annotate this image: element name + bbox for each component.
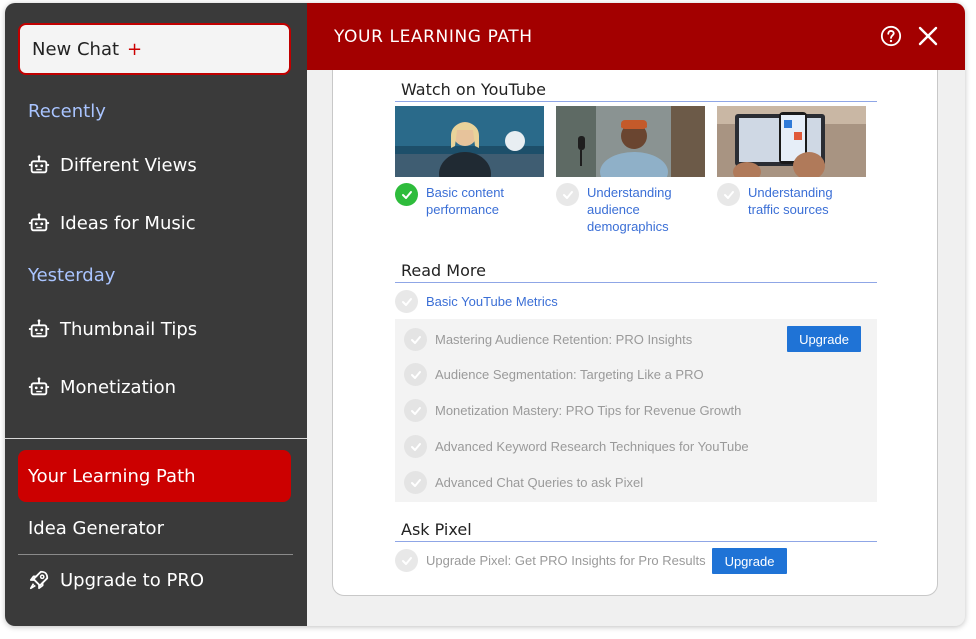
video-thumbnail[interactable] [395,106,544,177]
learning-path-panel: Watch on YouTube Basic content performan… [332,70,938,596]
video-thumbnail[interactable] [717,106,866,177]
chat-item-ideas-for-music[interactable]: Ideas for Music [28,208,196,238]
recently-label: Recently [28,101,106,122]
new-chat-button[interactable]: New Chat + [18,23,291,75]
check-icon [404,363,427,386]
sidebar-item-label: Idea Generator [28,518,164,539]
pro-item: Monetization Mastery: PRO Tips for Reven… [404,399,741,422]
robot-icon [28,377,50,396]
robot-icon [28,213,50,232]
pro-locked-list: Mastering Audience Retention: PRO Insigh… [395,319,877,502]
chat-item-label: Different Views [60,154,197,176]
ask-pixel-label: Upgrade Pixel: Get PRO Insights for Pro … [426,553,706,568]
section-underline [395,101,877,102]
section-title-youtube: Watch on YouTube [401,80,546,99]
sidebar-item-upgrade[interactable]: Upgrade to PRO [28,569,204,591]
panel-title: YOUR LEARNING PATH [334,27,533,47]
check-icon [404,328,427,351]
video-thumbnail[interactable] [556,106,705,177]
read-more-item[interactable]: Basic YouTube Metrics [395,290,558,313]
sidebar-divider [5,438,307,439]
chat-item-label: Thumbnail Tips [60,318,198,340]
check-icon [404,399,427,422]
check-icon [395,549,418,572]
new-chat-label: New Chat [32,38,120,60]
chat-item-monetization[interactable]: Monetization [28,372,176,402]
pro-item-label: Audience Segmentation: Targeting Like a … [435,367,704,382]
pro-item-label: Mastering Audience Retention: PRO Insigh… [435,332,693,347]
yesterday-label: Yesterday [28,265,116,286]
pro-item: Mastering Audience Retention: PRO Insigh… [404,328,692,351]
pro-item-label: Advanced Chat Queries to ask Pixel [435,475,644,490]
video-card[interactable]: Understanding traffic sources [717,106,866,218]
robot-icon [28,319,50,338]
ask-pixel-item: Upgrade Pixel: Get PRO Insights for Pro … [395,549,706,572]
sidebar-divider [18,554,293,555]
robot-icon [28,155,50,174]
check-icon [556,183,579,206]
sidebar-item-idea-generator[interactable]: Idea Generator [28,518,164,539]
chat-item-label: Monetization [60,376,177,398]
sidebar: New Chat + Recently Different Views Idea… [5,3,307,626]
pro-item: Advanced Keyword Research Techniques for… [404,435,749,458]
plus-icon: + [127,38,143,60]
chat-item-thumbnail-tips[interactable]: Thumbnail Tips [28,314,197,344]
section-underline [395,541,877,542]
check-icon [717,183,740,206]
pro-item: Audience Segmentation: Targeting Like a … [404,363,704,386]
chat-item-different-views[interactable]: Different Views [28,150,197,180]
app-window: New Chat + Recently Different Views Idea… [5,3,965,626]
section-title-ask-pixel: Ask Pixel [401,520,472,539]
section-title-read-more: Read More [401,261,486,280]
sidebar-item-learning-path[interactable]: Your Learning Path [18,450,291,502]
check-icon [404,435,427,458]
video-card[interactable]: Understanding audience demographics [556,106,705,235]
close-icon[interactable] [918,26,938,46]
chat-item-label: Ideas for Music [60,212,196,234]
check-icon [404,471,427,494]
read-more-link[interactable]: Basic YouTube Metrics [426,294,558,309]
video-label[interactable]: Understanding audience demographics [587,184,705,235]
panel-header: YOUR LEARNING PATH [307,3,965,70]
question-circle-icon[interactable] [880,25,902,47]
check-icon [395,290,418,313]
upgrade-button[interactable]: Upgrade [787,326,861,352]
sidebar-item-label: Upgrade to PRO [60,569,204,591]
rocket-icon [29,570,49,590]
video-card[interactable]: Basic content performance [395,106,544,218]
section-underline [395,282,877,283]
pro-item-label: Monetization Mastery: PRO Tips for Reven… [435,403,742,418]
upgrade-button[interactable]: Upgrade [712,548,787,574]
pro-item: Advanced Chat Queries to ask Pixel [404,471,643,494]
video-label[interactable]: Basic content performance [426,184,544,218]
check-icon [395,183,418,206]
video-label[interactable]: Understanding traffic sources [748,184,866,218]
pro-item-label: Advanced Keyword Research Techniques for… [435,439,749,454]
sidebar-item-label: Your Learning Path [28,465,196,487]
